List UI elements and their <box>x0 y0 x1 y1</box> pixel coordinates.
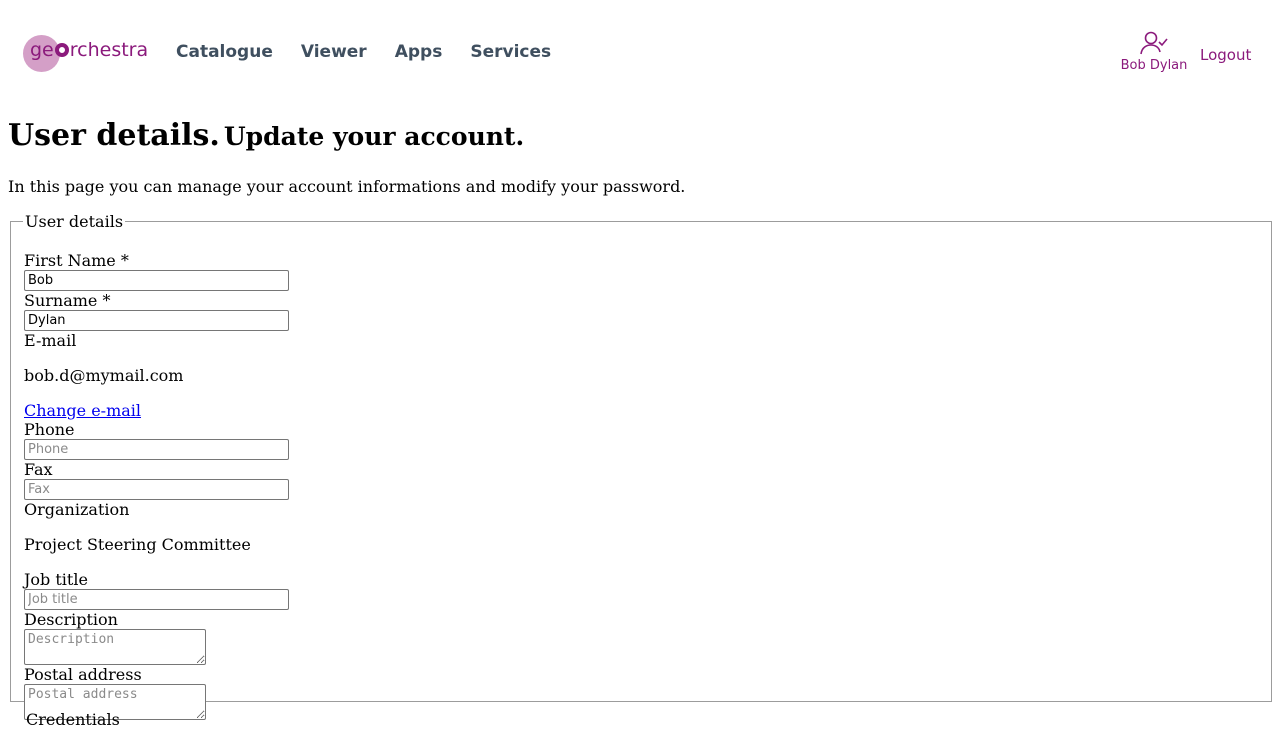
fax-input[interactable] <box>24 479 289 500</box>
logo-text: ge rchestra <box>30 39 149 61</box>
email-label: E-mail <box>24 331 77 350</box>
email-value: bob.d@mymail.com <box>24 366 184 385</box>
main-nav: Catalogue Viewer Apps Services <box>176 42 579 62</box>
site-header: ge rchestra Catalogue Viewer Apps Service… <box>0 0 1280 100</box>
surname-input[interactable] <box>24 310 289 331</box>
georchestra-logo[interactable]: ge rchestra <box>23 33 153 73</box>
description-label: Description <box>24 610 118 629</box>
description-textarea[interactable] <box>24 629 206 665</box>
phone-label: Phone <box>24 420 75 439</box>
postal-address-label: Postal address <box>24 665 142 684</box>
change-email-link[interactable]: Change e-mail <box>24 401 289 420</box>
nav-apps[interactable]: Apps <box>395 42 443 62</box>
nav-viewer[interactable]: Viewer <box>301 42 367 62</box>
phone-input[interactable] <box>24 439 289 460</box>
user-check-icon <box>1140 31 1168 55</box>
first-name-label: First Name * <box>24 251 129 270</box>
organization-label: Organization <box>24 500 130 519</box>
fax-label: Fax <box>24 460 53 479</box>
organization-value: Project Steering Committee <box>24 535 251 554</box>
page-title: User details. Update your account. <box>8 118 525 153</box>
user-details-fieldset: User details First Name * Surname * E-ma… <box>10 212 1272 720</box>
logout-link[interactable]: Logout <box>1200 46 1251 64</box>
nav-catalogue[interactable]: Catalogue <box>176 42 273 62</box>
nav-services[interactable]: Services <box>470 42 551 62</box>
page-subtitle: Update your account. <box>223 122 525 151</box>
first-name-input[interactable] <box>24 270 289 291</box>
user-details-form: First Name * Surname * E-mail bob.d@myma… <box>24 251 289 720</box>
job-title-label: Job title <box>24 570 88 589</box>
user-name: Bob Dylan <box>1120 58 1188 73</box>
job-title-input[interactable] <box>24 589 289 610</box>
logo-o-icon <box>54 43 69 57</box>
user-details-legend: User details <box>25 212 124 231</box>
page-intro: In this page you can manage your account… <box>8 177 686 196</box>
surname-label: Surname * <box>24 291 111 310</box>
user-account[interactable]: Bob Dylan <box>1118 30 1190 73</box>
